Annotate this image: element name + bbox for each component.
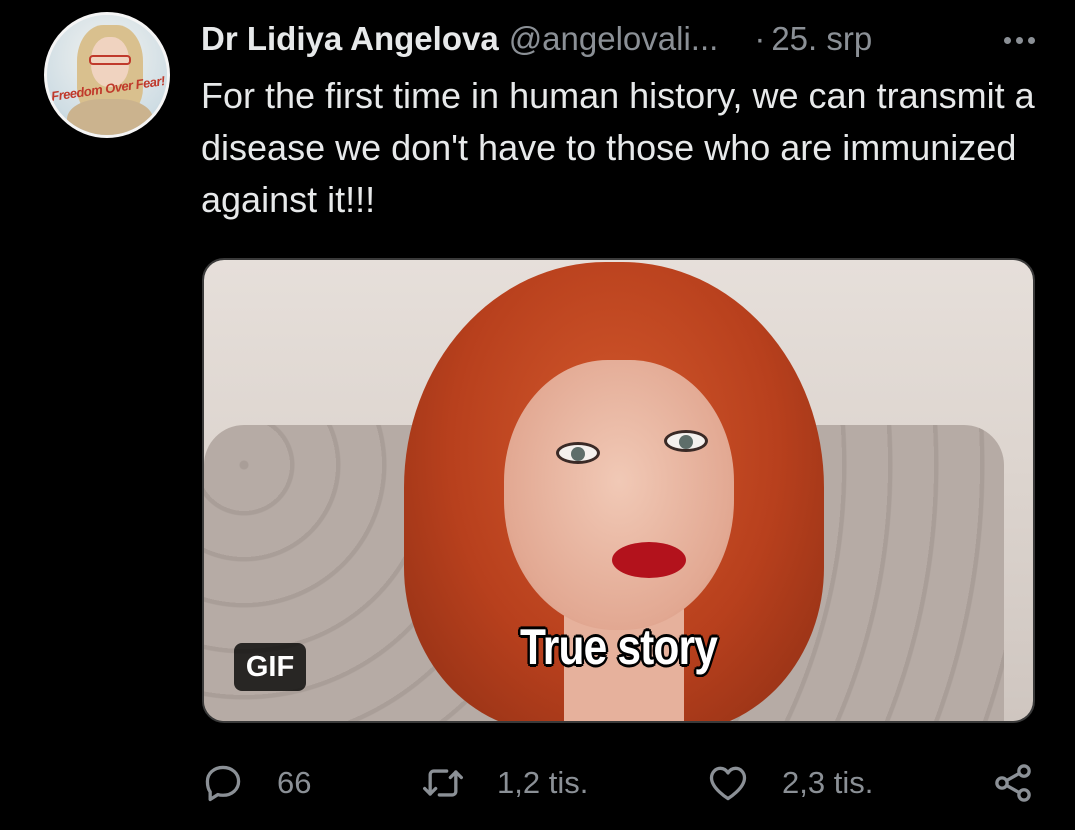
more-icon[interactable] xyxy=(997,20,1041,60)
share-button[interactable] xyxy=(991,755,1035,810)
gif-person-lips xyxy=(612,542,686,578)
share-icon xyxy=(995,763,1031,802)
gif-person-right-eye xyxy=(664,430,708,452)
retweet-icon xyxy=(423,768,463,797)
separator-dot: · xyxy=(754,20,766,57)
tweet-actions: 66 1,2 tis. 2,3 tis. xyxy=(201,755,1041,810)
retweet-count: 1,2 tis. xyxy=(497,764,589,800)
gif-caption: True story xyxy=(520,619,718,675)
like-count: 2,3 tis. xyxy=(782,764,874,800)
reply-icon xyxy=(205,765,241,801)
author-name[interactable]: Dr Lidiya Angelova xyxy=(201,20,499,58)
like-button[interactable]: 2,3 tis. xyxy=(706,755,873,810)
avatar-glasses xyxy=(89,55,131,65)
tweet-date[interactable]: 25. srp xyxy=(771,20,872,58)
author-handle[interactable]: @angelovali... xyxy=(509,20,719,58)
reply-count: 66 xyxy=(277,764,312,800)
tweet-media-gif[interactable]: True story GIF xyxy=(202,258,1035,723)
tweet-text: For the first time in human history, we … xyxy=(201,75,1035,220)
tweet-header: Dr Lidiya Angelova @angelovali... · 25. … xyxy=(201,14,1041,64)
retweet-button[interactable]: 1,2 tis. xyxy=(421,755,588,810)
reply-button[interactable]: 66 xyxy=(201,755,311,810)
gif-badge: GIF xyxy=(234,643,306,691)
gif-person-face xyxy=(504,360,734,630)
gif-person-left-eye xyxy=(556,442,600,464)
author-avatar[interactable]: Freedom Over Fear! xyxy=(44,12,170,138)
like-icon xyxy=(709,766,747,800)
